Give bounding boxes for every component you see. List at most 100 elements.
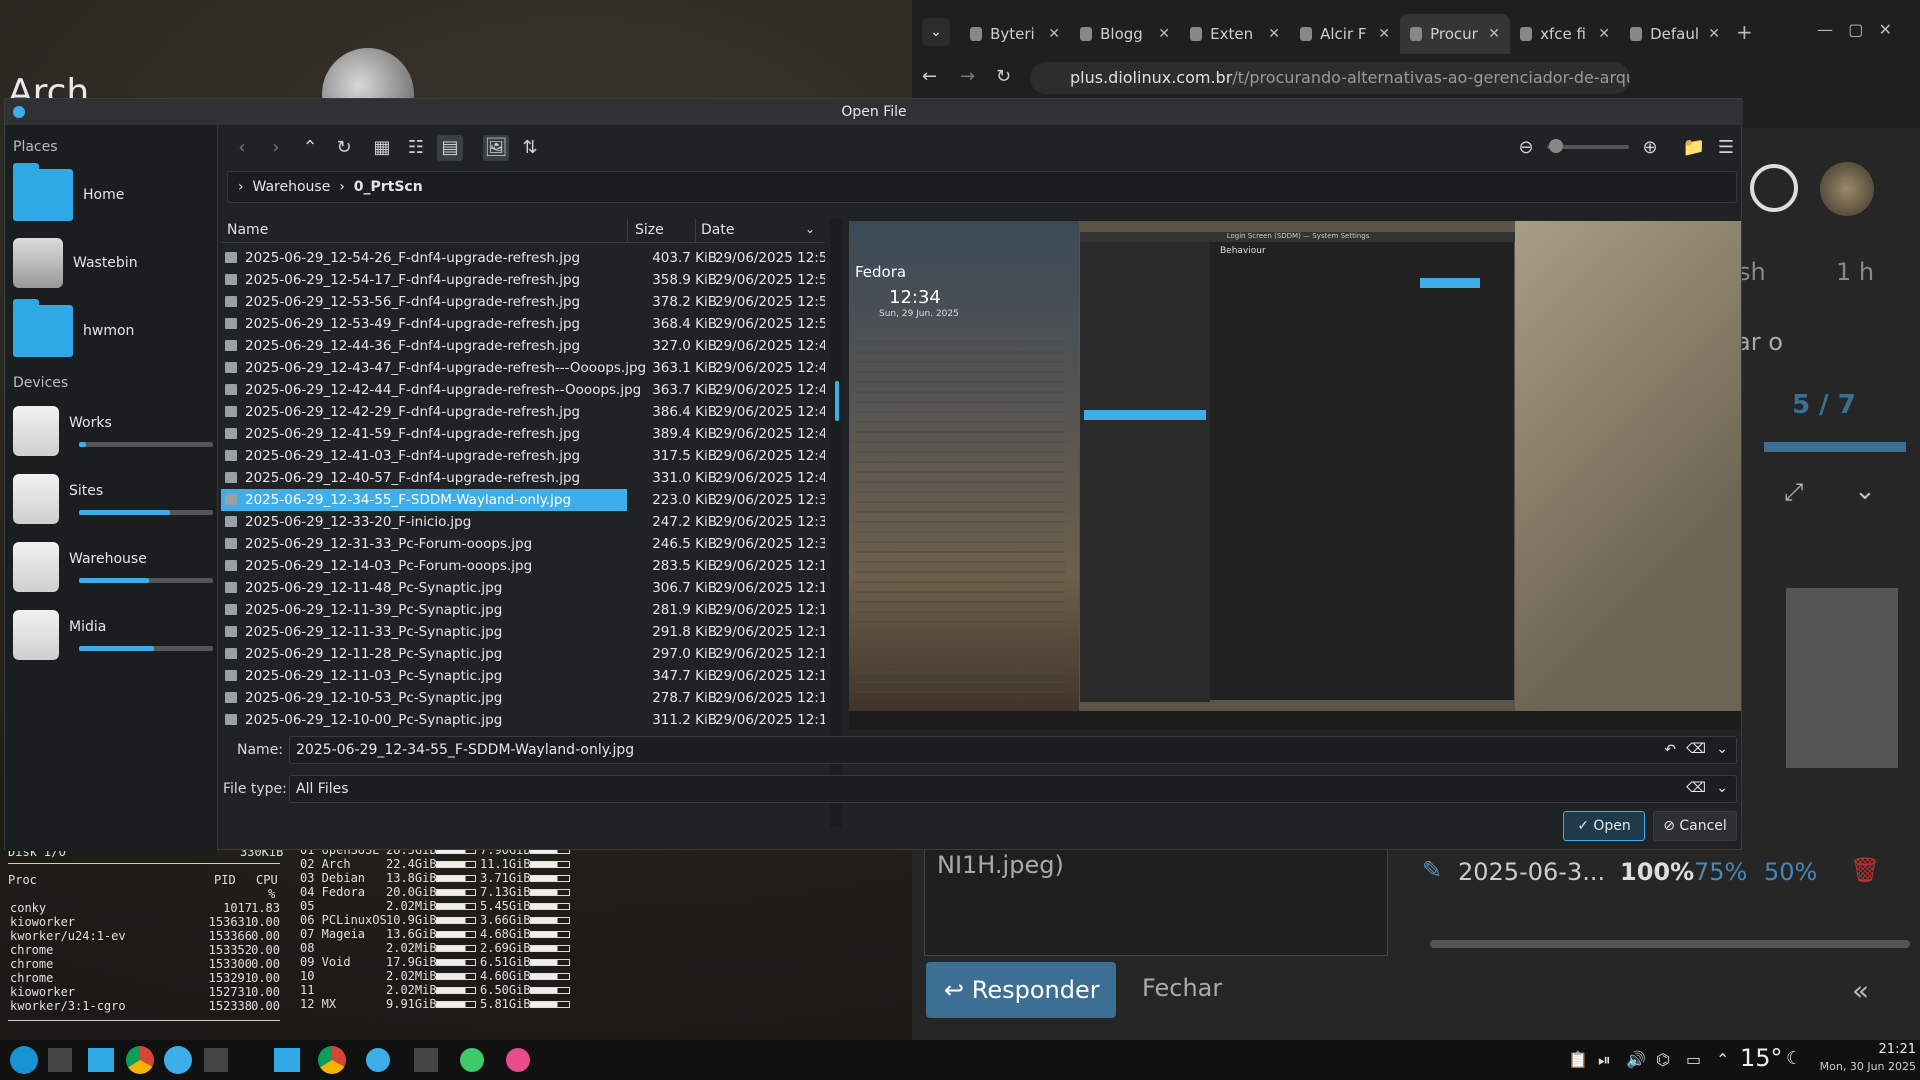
back-icon[interactable]: ← <box>922 66 937 87</box>
close-icon[interactable]: ✕ <box>1378 26 1390 42</box>
double-chevron-down-icon[interactable]: ⌄ <box>1854 476 1876 506</box>
tab-2[interactable]: Exten ✕ <box>1180 14 1290 54</box>
edit-icon[interactable]: ✎ <box>1422 856 1442 884</box>
file-row[interactable]: 2025-06-29_12-34-55_F-SDDM-Wayland-only.… <box>221 489 825 511</box>
place-wastebin[interactable]: Wastebin <box>13 233 213 293</box>
delete-icon[interactable]: 🗑 <box>1850 856 1880 884</box>
back-icon[interactable]: ‹ <box>229 135 255 161</box>
device-works[interactable]: Works <box>13 401 213 461</box>
temperature[interactable]: 15° <box>1740 1044 1783 1072</box>
chrome-task-icon[interactable] <box>318 1046 346 1074</box>
file-row[interactable]: 2025-06-29_12-11-03_Pc-Synaptic.jpg 347.7… <box>221 665 825 687</box>
breadcrumb-current[interactable]: 0_PrtScn <box>354 179 423 195</box>
arch-launcher-icon[interactable] <box>10 1046 38 1074</box>
close-icon[interactable]: ✕ <box>1158 26 1170 42</box>
detail-view-icon[interactable]: ▤ <box>437 135 463 161</box>
reload-icon[interactable]: ↻ <box>331 135 357 161</box>
place-home[interactable]: Home <box>13 163 213 225</box>
reply-button[interactable]: ↩ Responder <box>926 962 1116 1018</box>
file-chip[interactable]: 2025-06-3... <box>1458 858 1605 886</box>
terminal-icon[interactable] <box>48 1048 72 1072</box>
column-name[interactable]: Name <box>227 222 268 238</box>
forward-icon[interactable]: › <box>263 135 289 161</box>
media-icon[interactable] <box>506 1048 530 1072</box>
close-icon[interactable]: ✕ <box>1708 26 1720 42</box>
name-input[interactable]: 2025-06-29_12-34-55_F-SDDM-Wayland-only.… <box>289 736 1737 764</box>
close-icon[interactable]: ✕ <box>1488 26 1500 42</box>
reply-editor[interactable]: NI1H.jpeg) <box>924 836 1388 956</box>
file-row[interactable]: 2025-06-29_12-53-49_F-dnf4-upgrade-refre… <box>221 313 825 335</box>
horizontal-scrollbar[interactable] <box>1430 940 1910 948</box>
preview-toggle-icon[interactable]: 🖼 <box>483 135 509 161</box>
parent-folder-icon[interactable]: ⌃ <box>297 135 323 161</box>
chrome-icon[interactable] <box>126 1046 154 1074</box>
zoom-50[interactable]: 50% <box>1764 858 1817 886</box>
file-row[interactable]: 2025-06-29_12-41-03_F-dnf4-upgrade-refre… <box>221 445 825 467</box>
file-row[interactable]: 2025-06-29_12-11-48_Pc-Synaptic.jpg 306.7… <box>221 577 825 599</box>
tab-3[interactable]: Alcir F ✕ <box>1290 14 1400 54</box>
open-button[interactable]: ✓ Open <box>1563 811 1645 841</box>
tab-4[interactable]: Procur ✕ <box>1400 14 1510 54</box>
options-icon[interactable]: ☰ <box>1713 135 1739 161</box>
icons-view-icon[interactable]: ▦ <box>369 135 395 161</box>
volume-icon[interactable]: 🔊 <box>1626 1050 1646 1069</box>
close-icon[interactable]: ✕ <box>1048 26 1060 42</box>
clock-date[interactable]: Mon, 30 Jun 2025 <box>1796 1060 1916 1073</box>
file-row[interactable]: 2025-06-29_12-10-53_Pc-Synaptic.jpg 278.7… <box>221 687 825 709</box>
column-date[interactable]: Date <box>701 222 734 238</box>
zoom-out-icon[interactable]: ⊖ <box>1513 135 1539 161</box>
sort-icon[interactable]: ⇅ <box>517 135 543 161</box>
column-size[interactable]: Size <box>635 222 664 238</box>
file-manager-task-icon[interactable] <box>274 1048 300 1072</box>
file-row[interactable]: 2025-06-29_12-42-44_F-dnf4-upgrade-refre… <box>221 379 825 401</box>
media-control-icon[interactable]: ⏯ <box>1598 1050 1611 1070</box>
close-icon[interactable]: ✕ <box>1598 26 1610 42</box>
breadcrumb-item[interactable]: Warehouse <box>253 179 331 195</box>
chevron-down-icon[interactable]: ⌄ <box>1716 780 1728 796</box>
avatar[interactable] <box>1820 162 1874 216</box>
file-row[interactable]: 2025-06-29_12-41-59_F-dnf4-upgrade-refre… <box>221 423 825 445</box>
collapse-icon[interactable]: « <box>1852 974 1869 1007</box>
app-icon[interactable] <box>164 1046 192 1074</box>
device-warehouse[interactable]: Warehouse <box>13 537 213 597</box>
chevron-down-icon[interactable]: ⌄ <box>1716 741 1728 757</box>
zoom-in-icon[interactable]: ⊕ <box>1637 135 1663 161</box>
place-hwmon[interactable]: hwmon <box>13 299 213 361</box>
tab-list-button[interactable]: ⌄ <box>922 18 950 46</box>
url-bar[interactable]: plus.diolinux.com.br/t/procurando-altern… <box>1030 62 1630 94</box>
file-row[interactable]: 2025-06-29_12-54-26_F-dnf4-upgrade-refre… <box>221 247 825 269</box>
tab-6[interactable]: Defaul ✕ <box>1620 14 1730 54</box>
tab-5[interactable]: xfce fi ✕ <box>1510 14 1620 54</box>
clear-icon[interactable]: ⌫ <box>1686 780 1706 796</box>
tab-0[interactable]: Byteri ✕ <box>960 14 1070 54</box>
window-controls[interactable]: — ▢ ✕ <box>1817 20 1892 39</box>
console-icon[interactable] <box>204 1048 228 1072</box>
file-row[interactable]: 2025-06-29_12-40-57_F-dnf4-upgrade-refre… <box>221 467 825 489</box>
breadcrumb[interactable]: › Warehouse › 0_PrtScn <box>227 171 1737 203</box>
app-task-icon[interactable] <box>366 1048 390 1072</box>
network-icon[interactable]: ⌬ <box>1656 1050 1670 1069</box>
image-thumbnail[interactable] <box>1786 588 1898 768</box>
zoom-75[interactable]: 75% <box>1694 858 1747 886</box>
clear-icon[interactable]: ⌫ <box>1686 741 1706 757</box>
device-midia[interactable]: Midia <box>13 605 213 665</box>
reload-icon[interactable]: ↻ <box>996 66 1011 87</box>
zoom-slider-handle[interactable] <box>1549 139 1563 153</box>
file-row[interactable]: 2025-06-29_12-42-29_F-dnf4-upgrade-refre… <box>221 401 825 423</box>
compact-view-icon[interactable]: ☷ <box>403 135 429 161</box>
undo-icon[interactable]: ↶ <box>1664 742 1676 758</box>
search-icon[interactable] <box>1750 164 1798 212</box>
file-row[interactable]: 2025-06-29_12-54-17_F-dnf4-upgrade-refre… <box>221 269 825 291</box>
file-type-select[interactable]: All Files ⌫ ⌄ <box>289 775 1737 803</box>
whatsapp-icon[interactable] <box>460 1048 484 1072</box>
file-row[interactable]: 2025-06-29_12-11-28_Pc-Synaptic.jpg 297.0… <box>221 643 825 665</box>
file-row[interactable]: 2025-06-29_12-14-03_Pc-Forum-ooops.jpg 28… <box>221 555 825 577</box>
expand-tray-icon[interactable]: ⌃ <box>1716 1050 1729 1069</box>
file-row[interactable]: 2025-06-29_12-44-36_F-dnf4-upgrade-refre… <box>221 335 825 357</box>
forward-icon[interactable]: → <box>960 66 975 87</box>
close-reply-button[interactable]: Fechar <box>1142 974 1222 1002</box>
file-row[interactable]: 2025-06-29_12-11-33_Pc-Synaptic.jpg 291.8… <box>221 621 825 643</box>
device-sites[interactable]: Sites <box>13 469 213 529</box>
file-manager-icon[interactable] <box>88 1048 114 1072</box>
new-tab-button[interactable]: + <box>1736 20 1753 44</box>
